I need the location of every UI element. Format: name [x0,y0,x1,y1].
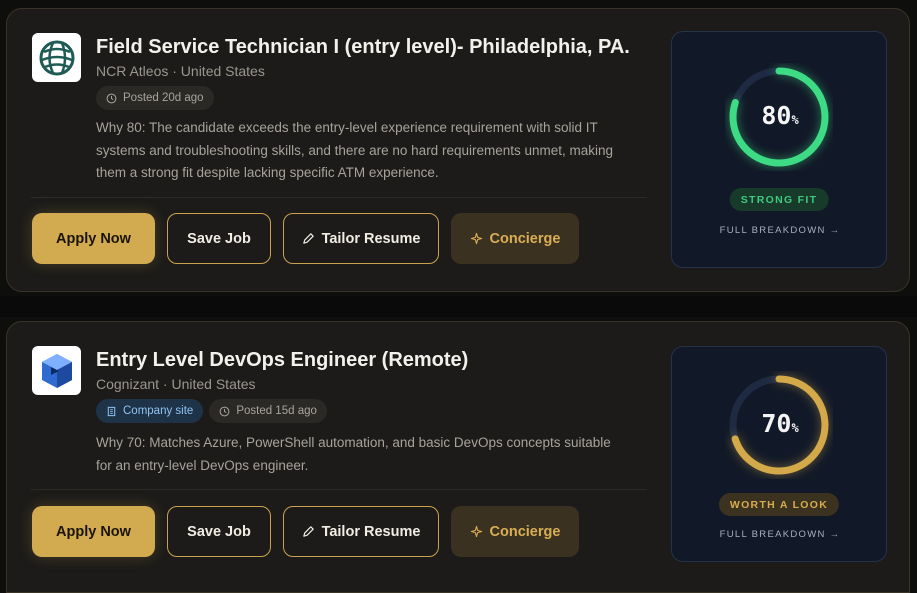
job-card: Entry Level DevOps Engineer (Remote) Cog… [6,321,910,593]
fit-score-panel[interactable]: 70% WORTH A LOOK FULL BREAKDOWN → [671,346,887,562]
full-breakdown-link[interactable]: FULL BREAKDOWN → [672,529,888,540]
sparkle-icon [470,525,482,538]
posted-label: Posted 20d ago [123,92,204,104]
why-score-text: Why 70: Matches Azure, PowerShell automa… [96,432,656,477]
company-location: NCR Atleos · United States [96,63,265,79]
company-logo [32,33,81,82]
apply-now-button[interactable]: Apply Now [32,506,155,557]
action-bar: Apply Now Save Job Tailor Resume Concier… [32,506,579,557]
cube-icon [41,353,72,388]
job-tags: Company site Posted 15d ago [96,399,327,423]
why-line: systems and troubleshooting skills, and … [96,142,614,158]
fit-badge: STRONG FIT [729,188,829,211]
job-tags: Posted 20d ago [96,86,214,110]
tailor-resume-button[interactable]: Tailor Resume [283,213,439,264]
why-line: them a strong fit despite lacking specif… [96,165,439,180]
pencil-icon [302,233,314,244]
concierge-button[interactable]: Concierge [451,506,579,557]
company-logo [32,346,81,395]
building-icon [107,406,116,416]
posted-tag: Posted 20d ago [96,86,214,110]
concierge-label: Concierge [489,230,561,247]
sparkle-icon [470,232,482,245]
card-gap [0,296,917,317]
full-breakdown-link[interactable]: FULL BREAKDOWN → [672,225,888,236]
job-card: Field Service Technician I (entry level)… [6,8,910,292]
job-list: Field Service Technician I (entry level)… [0,0,917,593]
globe-icon [39,40,74,75]
action-bar: Apply Now Save Job Tailor Resume Concier… [32,213,579,264]
company-site-label: Company site [123,405,194,417]
score-value: 80% [761,101,799,130]
fit-score-panel[interactable]: 80% STRONG FIT FULL BREAKDOWN → [671,31,887,268]
apply-now-button[interactable]: Apply Now [32,213,155,264]
why-line: for an entry-level DevOps engineer. [96,457,309,473]
posted-label: Posted 15d ago [236,405,317,417]
company-location: Cognizant · United States [96,376,256,392]
save-job-button[interactable]: Save Job [167,506,271,557]
why-line: Why 80: The candidate exceeds the entry-… [96,120,598,135]
save-job-button[interactable]: Save Job [167,213,271,264]
tailor-resume-button[interactable]: Tailor Resume [283,506,439,557]
tailor-resume-label: Tailor Resume [321,523,421,540]
job-title[interactable]: Field Service Technician I (entry level)… [96,36,630,59]
pencil-icon [302,526,314,537]
clock-icon [219,406,230,416]
why-score-text: Why 80: The candidate exceeds the entry-… [96,117,656,185]
job-title[interactable]: Entry Level DevOps Engineer (Remote) [96,349,468,372]
score-value: 70% [761,409,799,438]
concierge-button[interactable]: Concierge [451,213,579,264]
divider [31,489,647,490]
concierge-label: Concierge [489,523,561,540]
tailor-resume-label: Tailor Resume [321,230,421,247]
clock-icon [106,93,117,103]
divider [31,197,647,198]
fit-badge: WORTH A LOOK [718,493,840,516]
company-site-link[interactable]: Company site [96,399,204,423]
why-line: Why 70: Matches Azure, PowerShell automa… [96,435,611,450]
posted-tag: Posted 15d ago [209,399,327,423]
